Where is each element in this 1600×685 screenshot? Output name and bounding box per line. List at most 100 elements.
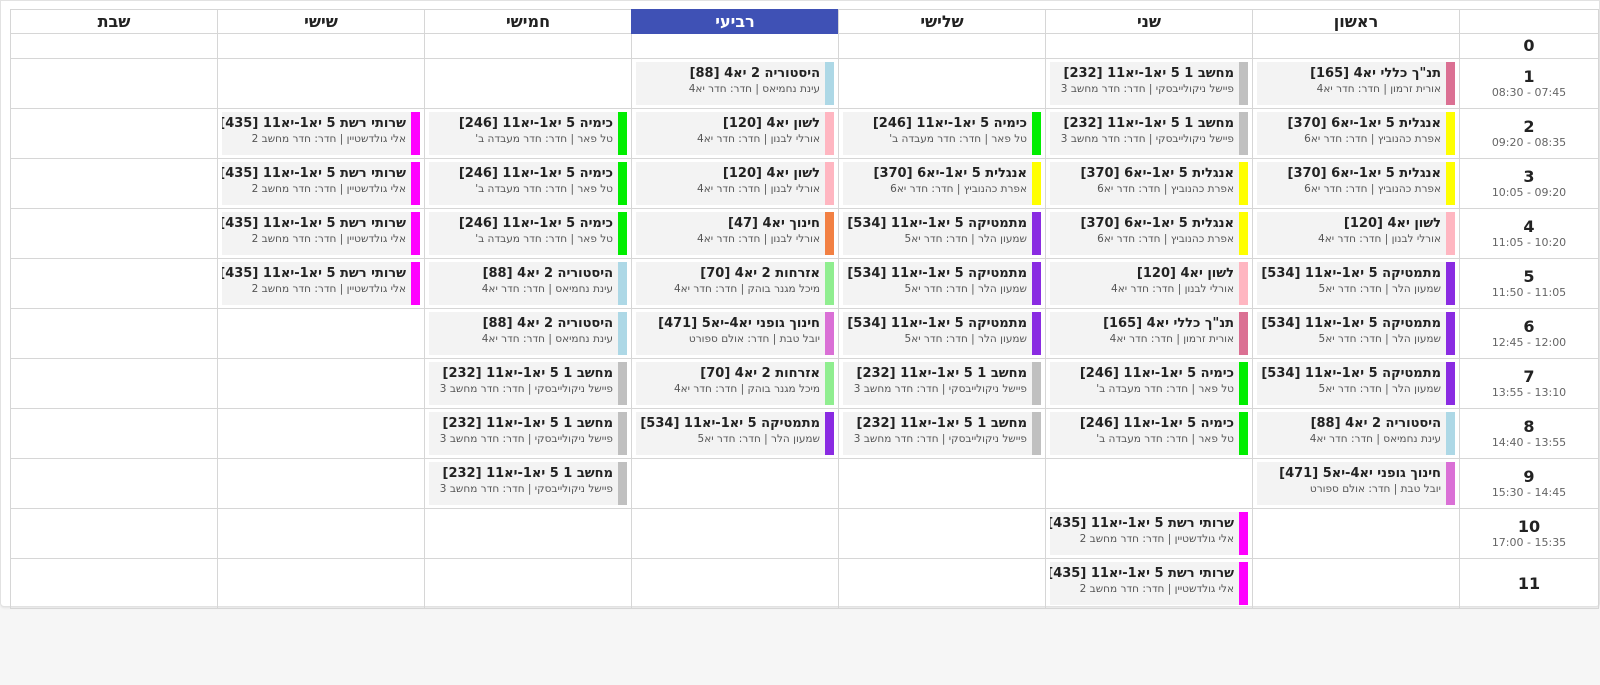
lesson-info: מתמטיקה 5 יא1-יא11 [534] שמעון הלר | חדר:… [636, 412, 825, 455]
lesson-card[interactable]: כימיה 5 יא1-יא11 [246] טל פאר | חדר: חדר … [429, 112, 627, 155]
lesson-card[interactable]: לשון יא4 [120] אורלי לבנון | חדר: חדר יא4 [1050, 262, 1248, 305]
lesson-card[interactable]: שרותי רשת 5 יא1-יא11 [435] אלי גולדשטיין … [222, 212, 420, 255]
schedule-cell [631, 508, 839, 559]
lesson-card[interactable]: כימיה 5 יא1-יא11 [246] טל פאר | חדר: חדר … [429, 212, 627, 255]
lesson-card[interactable]: מתמטיקה 5 יא1-יא11 [534] שמעון הלר | חדר:… [843, 312, 1041, 355]
schedule-cell [217, 508, 425, 559]
schedule-cell: חינוך גופני יא4-יא5 [471] יובל טבת | חדר:… [1252, 458, 1460, 509]
schedule-cell: מתמטיקה 5 יא1-יא11 [534] שמעון הלר | חדר:… [838, 208, 1046, 259]
day-header-friday[interactable]: שישי [217, 9, 425, 34]
lesson-card[interactable]: מתמטיקה 5 יא1-יא11 [534] שמעון הלר | חדר:… [1257, 262, 1455, 305]
lesson-card[interactable]: מתמטיקה 5 יא1-יא11 [534] שמעון הלר | חדר:… [843, 262, 1041, 305]
day-header-saturday[interactable]: שבת [10, 9, 218, 34]
lesson-info: היסטוריה 2 יא4 [88] עינת נחמיאס | חדר: חד… [1257, 412, 1446, 455]
lesson-card[interactable]: חינוך גופני יא4-יא5 [471] יובל טבת | חדר:… [1257, 462, 1455, 505]
day-header-tuesday[interactable]: שלישי [838, 9, 1046, 34]
lesson-card[interactable]: מתמטיקה 5 יא1-יא11 [534] שמעון הלר | חדר:… [636, 412, 834, 455]
schedule-cell [217, 558, 425, 609]
lesson-title: חינוך יא4 [47] [727, 216, 820, 231]
lesson-title: מתמטיקה 5 יא1-יא11 [534] [1261, 266, 1441, 281]
lesson-card[interactable]: היסטוריה 2 יא4 [88] עינת נחמיאס | חדר: חד… [636, 62, 834, 105]
lesson-card[interactable]: לשון יא4 [120] אורלי לבנון | חדר: חדר יא4 [1257, 212, 1455, 255]
lesson-title: לשון יא4 [120] [722, 166, 820, 181]
lesson-card[interactable]: כימיה 5 יא1-יא11 [246] טל פאר | חדר: חדר … [1050, 412, 1248, 455]
lesson-card[interactable]: תנ"ך כללי יא4 [165] אורית זרמון | חדר: חד… [1257, 62, 1455, 105]
lesson-card[interactable]: מתמטיקה 5 יא1-יא11 [534] שמעון הלר | חדר:… [1257, 362, 1455, 405]
schedule-cell [424, 33, 632, 59]
lesson-card[interactable]: מחשב 1 5 יא1-יא11 [232] פיישל ניקולייבסקי… [429, 362, 627, 405]
lesson-card[interactable]: אנגלית 5 יא1-יא6 [370] אפרת כהנוביץ | חדר… [1050, 162, 1248, 205]
lesson-teacher-room: טל פאר | חדר: חדר מעבדה ב' [475, 133, 613, 145]
lesson-card[interactable]: חינוך גופני יא4-יא5 [471] יובל טבת | חדר:… [636, 312, 834, 355]
schedule-cell: מתמטיקה 5 יא1-יא11 [534] שמעון הלר | חדר:… [631, 408, 839, 459]
lesson-card[interactable]: אנגלית 5 יא1-יא6 [370] אפרת כהנוביץ | חדר… [1257, 112, 1455, 155]
lesson-card[interactable]: כימיה 5 יא1-יא11 [246] טל פאר | חדר: חדר … [1050, 362, 1248, 405]
lesson-card[interactable]: אנגלית 5 יא1-יא6 [370] אפרת כהנוביץ | חדר… [1050, 212, 1248, 255]
lesson-title: לשון יא4 [120] [722, 116, 820, 131]
schedule-cell [838, 58, 1046, 109]
lesson-card[interactable]: שרותי רשת 5 יא1-יא11 [435] אלי גולדשטיין … [1050, 512, 1248, 555]
lesson-teacher-room: פיישל ניקולייבסקי | חדר: חדר מחשב 3 [853, 433, 1027, 445]
lesson-teacher-room: אפרת כהנוביץ | חדר: חדר יא6 [1304, 133, 1441, 145]
lesson-card[interactable]: שרותי רשת 5 יא1-יא11 [435] אלי גולדשטיין … [222, 262, 420, 305]
lesson-title: שרותי רשת 5 יא1-יא11 [435] [222, 266, 406, 281]
schedule-cell [10, 558, 218, 609]
subject-color-stripe [1239, 362, 1248, 405]
schedule-cell: שרותי רשת 5 יא1-יא11 [435] אלי גולדשטיין … [1045, 508, 1253, 559]
lesson-title: מחשב 1 5 יא1-יא11 [232] [1063, 116, 1235, 131]
lesson-card[interactable]: תנ"ך כללי יא4 [165] אורית זרמון | חדר: חד… [1050, 312, 1248, 355]
lesson-card[interactable]: מחשב 1 5 יא1-יא11 [232] פיישל ניקולייבסקי… [1050, 112, 1248, 155]
lesson-title: היסטוריה 2 יא4 [88] [482, 266, 613, 281]
lesson-card[interactable]: היסטוריה 2 יא4 [88] עינת נחמיאס | חדר: חד… [429, 262, 627, 305]
lesson-title: מתמטיקה 5 יא1-יא11 [534] [847, 266, 1027, 281]
lesson-card[interactable]: מחשב 1 5 יא1-יא11 [232] פיישל ניקולייבסקי… [1050, 62, 1248, 105]
lesson-card[interactable]: אזרחות 2 יא4 [70] מיכל מגנר בוהק | חדר: ח… [636, 362, 834, 405]
lesson-card[interactable]: היסטוריה 2 יא4 [88] עינת נחמיאס | חדר: חד… [429, 312, 627, 355]
lesson-card[interactable]: שרותי רשת 5 יא1-יא11 [435] אלי גולדשטיין … [1050, 562, 1248, 605]
lesson-card[interactable]: כימיה 5 יא1-יא11 [246] טל פאר | חדר: חדר … [429, 162, 627, 205]
lesson-teacher-room: עינת נחמיאס | חדר: חדר יא4 [481, 283, 613, 295]
period-number: 10 [1517, 517, 1541, 536]
period-row: 1 07:45 - 08:30 תנ"ך כללי יא4 [165] אורית ז… [10, 58, 1599, 109]
lesson-info: מחשב 1 5 יא1-יא11 [232] פיישל ניקולייבסקי… [1050, 62, 1239, 105]
day-header-monday[interactable]: שני [1045, 9, 1253, 34]
schedule-cell: אנגלית 5 יא1-יא6 [370] אפרת כהנוביץ | חדר… [1045, 158, 1253, 209]
lesson-card[interactable]: חינוך יא4 [47] אורלי לבנון | חדר: חדר יא4 [636, 212, 834, 255]
lesson-card[interactable]: מתמטיקה 5 יא1-יא11 [534] שמעון הלר | חדר:… [1257, 312, 1455, 355]
lesson-card[interactable]: לשון יא4 [120] אורלי לבנון | חדר: חדר יא4 [636, 162, 834, 205]
lesson-info: כימיה 5 יא1-יא11 [246] טל פאר | חדר: חדר … [843, 112, 1032, 155]
period-time: 09:20 - 10:05 [1491, 186, 1567, 199]
lesson-card[interactable]: מחשב 1 5 יא1-יא11 [232] פיישל ניקולייבסקי… [843, 412, 1041, 455]
lesson-card[interactable]: אזרחות 2 יא4 [70] מיכל מגנר בוהק | חדר: ח… [636, 262, 834, 305]
lesson-card[interactable]: מחשב 1 5 יא1-יא11 [232] פיישל ניקולייבסקי… [429, 412, 627, 455]
lesson-card[interactable]: אנגלית 5 יא1-יא6 [370] אפרת כהנוביץ | חדר… [1257, 162, 1455, 205]
lesson-title: חינוך גופני יא4-יא5 [471] [658, 316, 820, 331]
lesson-card[interactable]: מתמטיקה 5 יא1-יא11 [534] שמעון הלר | חדר:… [843, 212, 1041, 255]
lesson-teacher-room: שמעון הלר | חדר: חדר יא5 [1318, 383, 1441, 395]
lesson-card[interactable]: כימיה 5 יא1-יא11 [246] טל פאר | חדר: חדר … [843, 112, 1041, 155]
day-header-sunday[interactable]: ראשון [1252, 9, 1460, 34]
lesson-teacher-room: אורלי לבנון | חדר: חדר יא4 [697, 233, 820, 245]
day-header-thursday[interactable]: חמישי [424, 9, 632, 34]
schedule-cell [838, 458, 1046, 509]
schedule-cell [10, 358, 218, 409]
subject-color-stripe [1239, 112, 1248, 155]
lesson-card[interactable]: היסטוריה 2 יא4 [88] עינת נחמיאס | חדר: חד… [1257, 412, 1455, 455]
day-header-wednesday-active[interactable]: רביעי [631, 9, 839, 34]
lesson-title: אנגלית 5 יא1-יא6 [370] [1080, 166, 1234, 181]
lesson-card[interactable]: שרותי רשת 5 יא1-יא11 [435] אלי גולדשטיין … [222, 112, 420, 155]
schedule-cell: מחשב 1 5 יא1-יא11 [232] פיישל ניקולייבסקי… [838, 408, 1046, 459]
lesson-card[interactable]: שרותי רשת 5 יא1-יא11 [435] אלי גולדשטיין … [222, 162, 420, 205]
schedule-cell: אנגלית 5 יא1-יא6 [370] אפרת כהנוביץ | חדר… [1045, 208, 1253, 259]
lesson-title: שרותי רשת 5 יא1-יא11 [435] [222, 216, 406, 231]
lesson-card[interactable]: לשון יא4 [120] אורלי לבנון | חדר: חדר יא4 [636, 112, 834, 155]
lesson-card[interactable]: מחשב 1 5 יא1-יא11 [232] פיישל ניקולייבסקי… [429, 462, 627, 505]
schedule-cell: מתמטיקה 5 יא1-יא11 [534] שמעון הלר | חדר:… [838, 308, 1046, 359]
schedule-cell: כימיה 5 יא1-יא11 [246] טל פאר | חדר: חדר … [838, 108, 1046, 159]
lesson-card[interactable]: מחשב 1 5 יא1-יא11 [232] פיישל ניקולייבסקי… [843, 362, 1041, 405]
subject-color-stripe [1446, 312, 1455, 355]
lesson-teacher-room: יובל טבת | חדר: אולם ספורט [688, 333, 820, 345]
lesson-card[interactable]: אנגלית 5 יא1-יא6 [370] אפרת כהנוביץ | חדר… [843, 162, 1041, 205]
schedule-cell: מחשב 1 5 יא1-יא11 [232] פיישל ניקולייבסקי… [1045, 108, 1253, 159]
period-time: 13:55 - 14:40 [1491, 436, 1567, 449]
